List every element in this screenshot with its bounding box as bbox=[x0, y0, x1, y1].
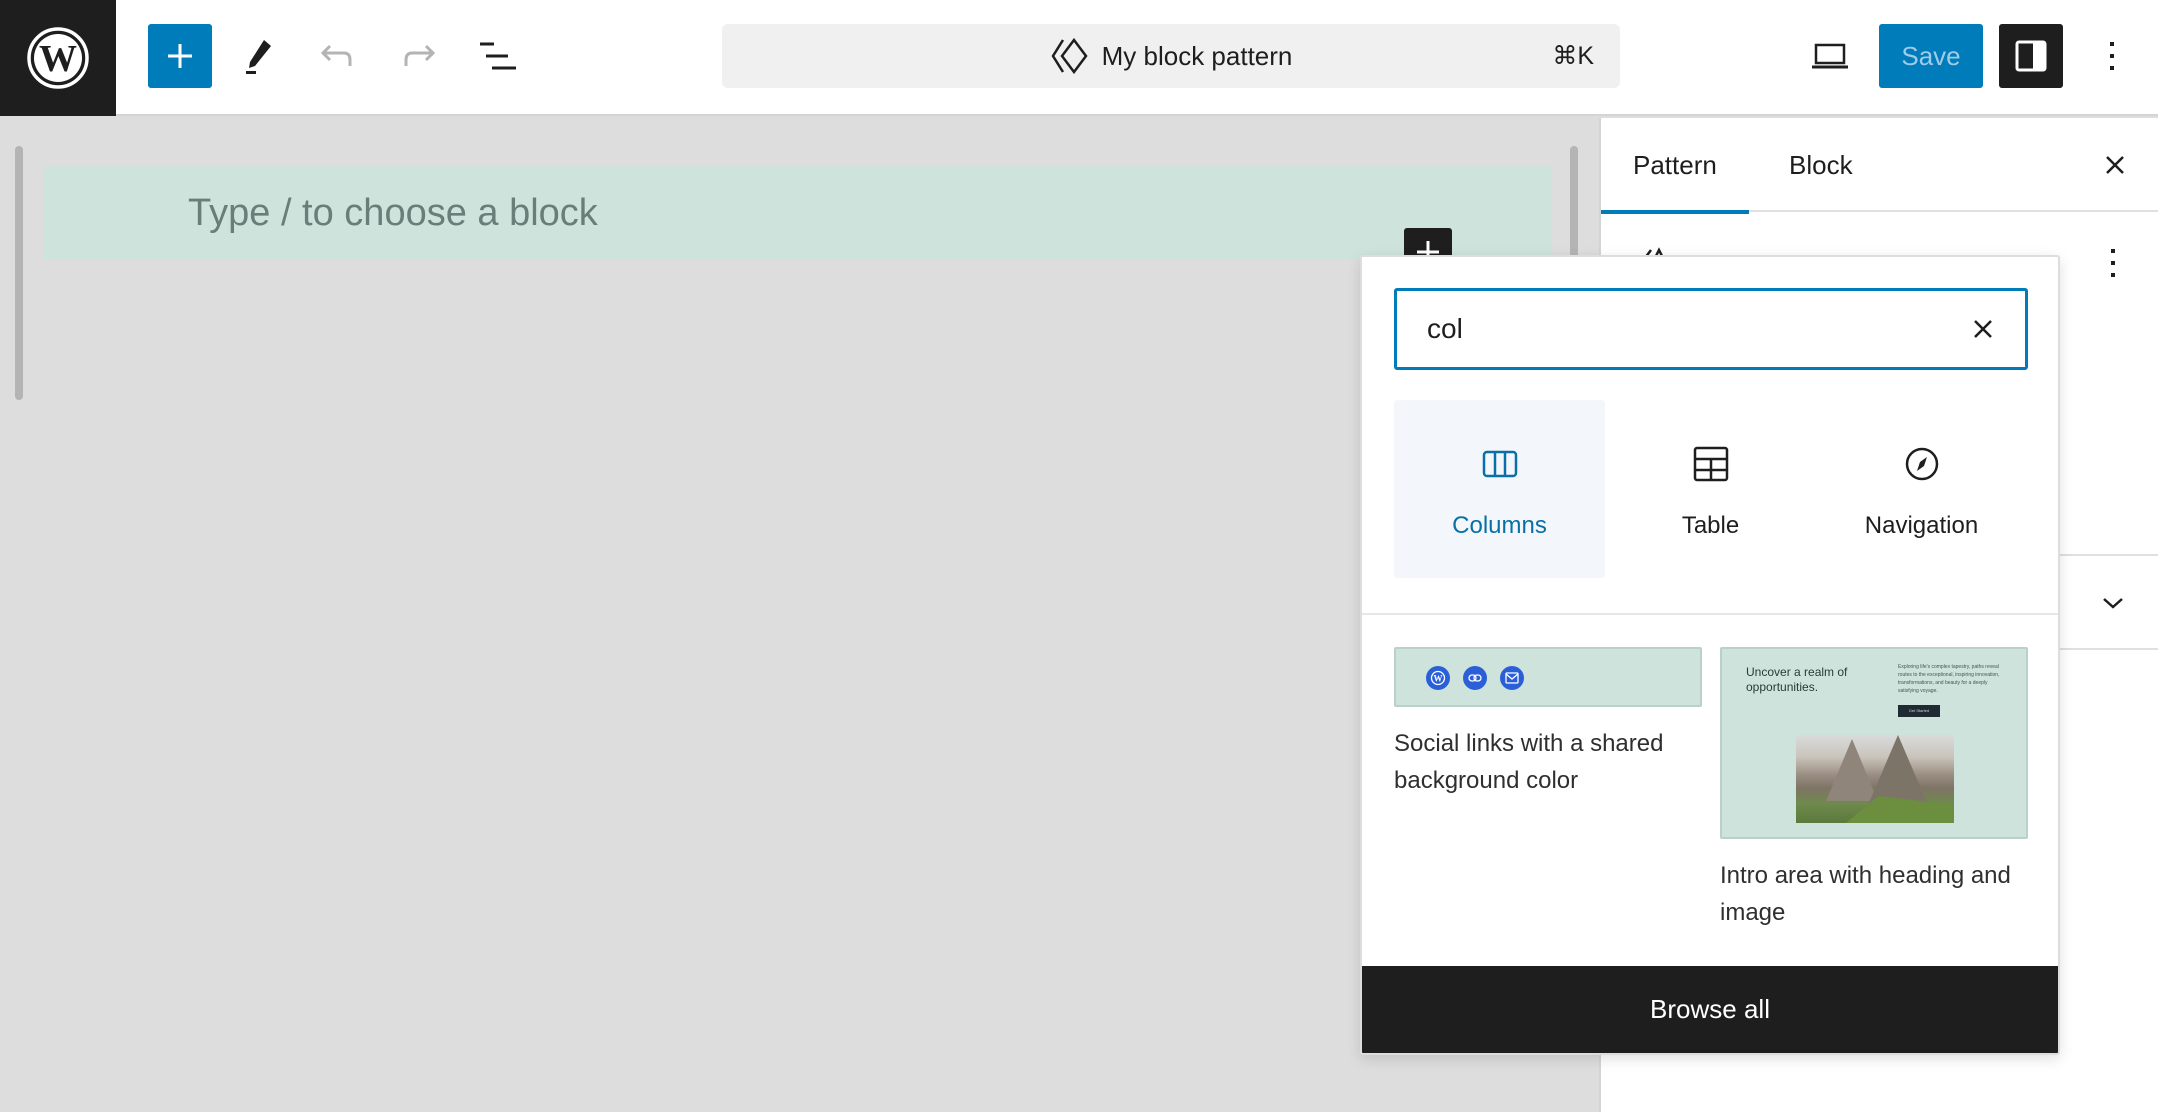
wordpress-icon: W bbox=[1426, 666, 1450, 690]
more-vertical-icon bbox=[2110, 42, 2114, 70]
empty-paragraph-block[interactable]: Type / to choose a block bbox=[44, 166, 1552, 276]
pattern-options-button[interactable] bbox=[2088, 238, 2138, 288]
more-vertical-icon bbox=[2111, 249, 2115, 277]
pencil-icon bbox=[246, 40, 271, 74]
tab-pattern[interactable]: Pattern bbox=[1601, 118, 1749, 214]
pattern-title: Intro area with heading and image bbox=[1720, 862, 2011, 926]
pattern-preview[interactable]: W bbox=[1394, 647, 1702, 707]
svg-text:W: W bbox=[1434, 674, 1443, 684]
columns-icon bbox=[1482, 450, 1517, 478]
pattern-title: Social links with a shared background co… bbox=[1394, 730, 1664, 794]
block-inserter-toggle[interactable] bbox=[148, 24, 212, 88]
block-item-label: Columns bbox=[1452, 512, 1547, 539]
mail-icon bbox=[1500, 666, 1524, 690]
device-preview-button[interactable] bbox=[1798, 24, 1862, 88]
block-item-navigation[interactable]: Navigation bbox=[1816, 400, 2027, 578]
save-button[interactable]: Save bbox=[1879, 24, 1983, 88]
sidebar-tabs: Pattern Block bbox=[1601, 118, 2158, 214]
block-item-label: Table bbox=[1681, 512, 1740, 539]
undo-icon bbox=[320, 44, 352, 66]
canvas-resize-handle[interactable] bbox=[15, 146, 23, 400]
close-icon bbox=[1974, 320, 1992, 338]
pattern-item-social-links[interactable]: W Social links with a shared background … bbox=[1394, 647, 1702, 799]
inserter-divider bbox=[1362, 613, 2058, 615]
list-view-button[interactable] bbox=[466, 24, 530, 88]
undo-button[interactable] bbox=[306, 24, 370, 88]
panel-toggle-button[interactable] bbox=[2088, 578, 2138, 628]
pattern-preview[interactable]: Uncover a realm of opportunities. Explor… bbox=[1720, 647, 2028, 839]
block-search-input[interactable] bbox=[1427, 291, 1947, 367]
close-sidebar-button[interactable] bbox=[2090, 140, 2140, 190]
editor-header: W My block pattern ⌘K Save bbox=[0, 0, 2158, 116]
block-item-table[interactable]: Table bbox=[1605, 400, 1816, 578]
canvas-scrollbar[interactable] bbox=[1570, 146, 1578, 266]
tools-button[interactable] bbox=[226, 24, 290, 88]
browse-all-button[interactable]: Browse all bbox=[1362, 966, 2058, 1053]
block-placeholder-text: Type / to choose a block bbox=[188, 192, 598, 234]
plus-icon bbox=[168, 44, 192, 68]
block-search-field[interactable] bbox=[1394, 288, 2028, 370]
pattern-item-intro-area[interactable]: Uncover a realm of opportunities. Explor… bbox=[1720, 647, 2028, 931]
command-palette-bar[interactable]: My block pattern ⌘K bbox=[722, 24, 1620, 88]
tab-block[interactable]: Block bbox=[1757, 118, 1885, 212]
sidebar-panel-icon bbox=[2015, 40, 2047, 72]
table-icon bbox=[1693, 446, 1728, 482]
link-icon bbox=[1463, 666, 1487, 690]
clear-search-button[interactable] bbox=[1959, 305, 2007, 353]
redo-icon bbox=[404, 44, 436, 66]
preview-heading: Uncover a realm of opportunities. bbox=[1746, 665, 1848, 694]
list-view-icon bbox=[480, 42, 516, 70]
mountain-image bbox=[1796, 735, 1954, 823]
navigation-icon bbox=[1905, 447, 1938, 481]
block-results: Columns Table Navigation bbox=[1394, 400, 2028, 578]
document-title: My block pattern bbox=[1101, 40, 1293, 71]
symbol-diamond-icon bbox=[1051, 38, 1088, 74]
wordpress-logo-button[interactable]: W bbox=[0, 0, 116, 116]
block-item-columns[interactable]: Columns bbox=[1394, 400, 1605, 578]
preview-button: Get Started bbox=[1898, 705, 1940, 717]
keyboard-shortcut: ⌘K bbox=[1552, 42, 1594, 70]
redo-button[interactable] bbox=[386, 24, 450, 88]
options-menu-button[interactable] bbox=[2080, 24, 2144, 88]
quick-inserter-popover: Columns Table Navigation bbox=[1360, 255, 2060, 1055]
settings-toggle-button[interactable] bbox=[1999, 24, 2063, 88]
close-icon bbox=[2106, 156, 2124, 174]
svg-text:W: W bbox=[39, 38, 77, 80]
mountain-peak bbox=[1868, 735, 1928, 805]
preview-body: Exploring life's complex tapestry, paths… bbox=[1898, 664, 2000, 694]
block-item-label: Navigation bbox=[1864, 512, 1979, 539]
wordpress-icon: W bbox=[27, 27, 89, 89]
chevron-down-icon bbox=[2103, 598, 2123, 609]
laptop-icon bbox=[1812, 43, 1848, 69]
